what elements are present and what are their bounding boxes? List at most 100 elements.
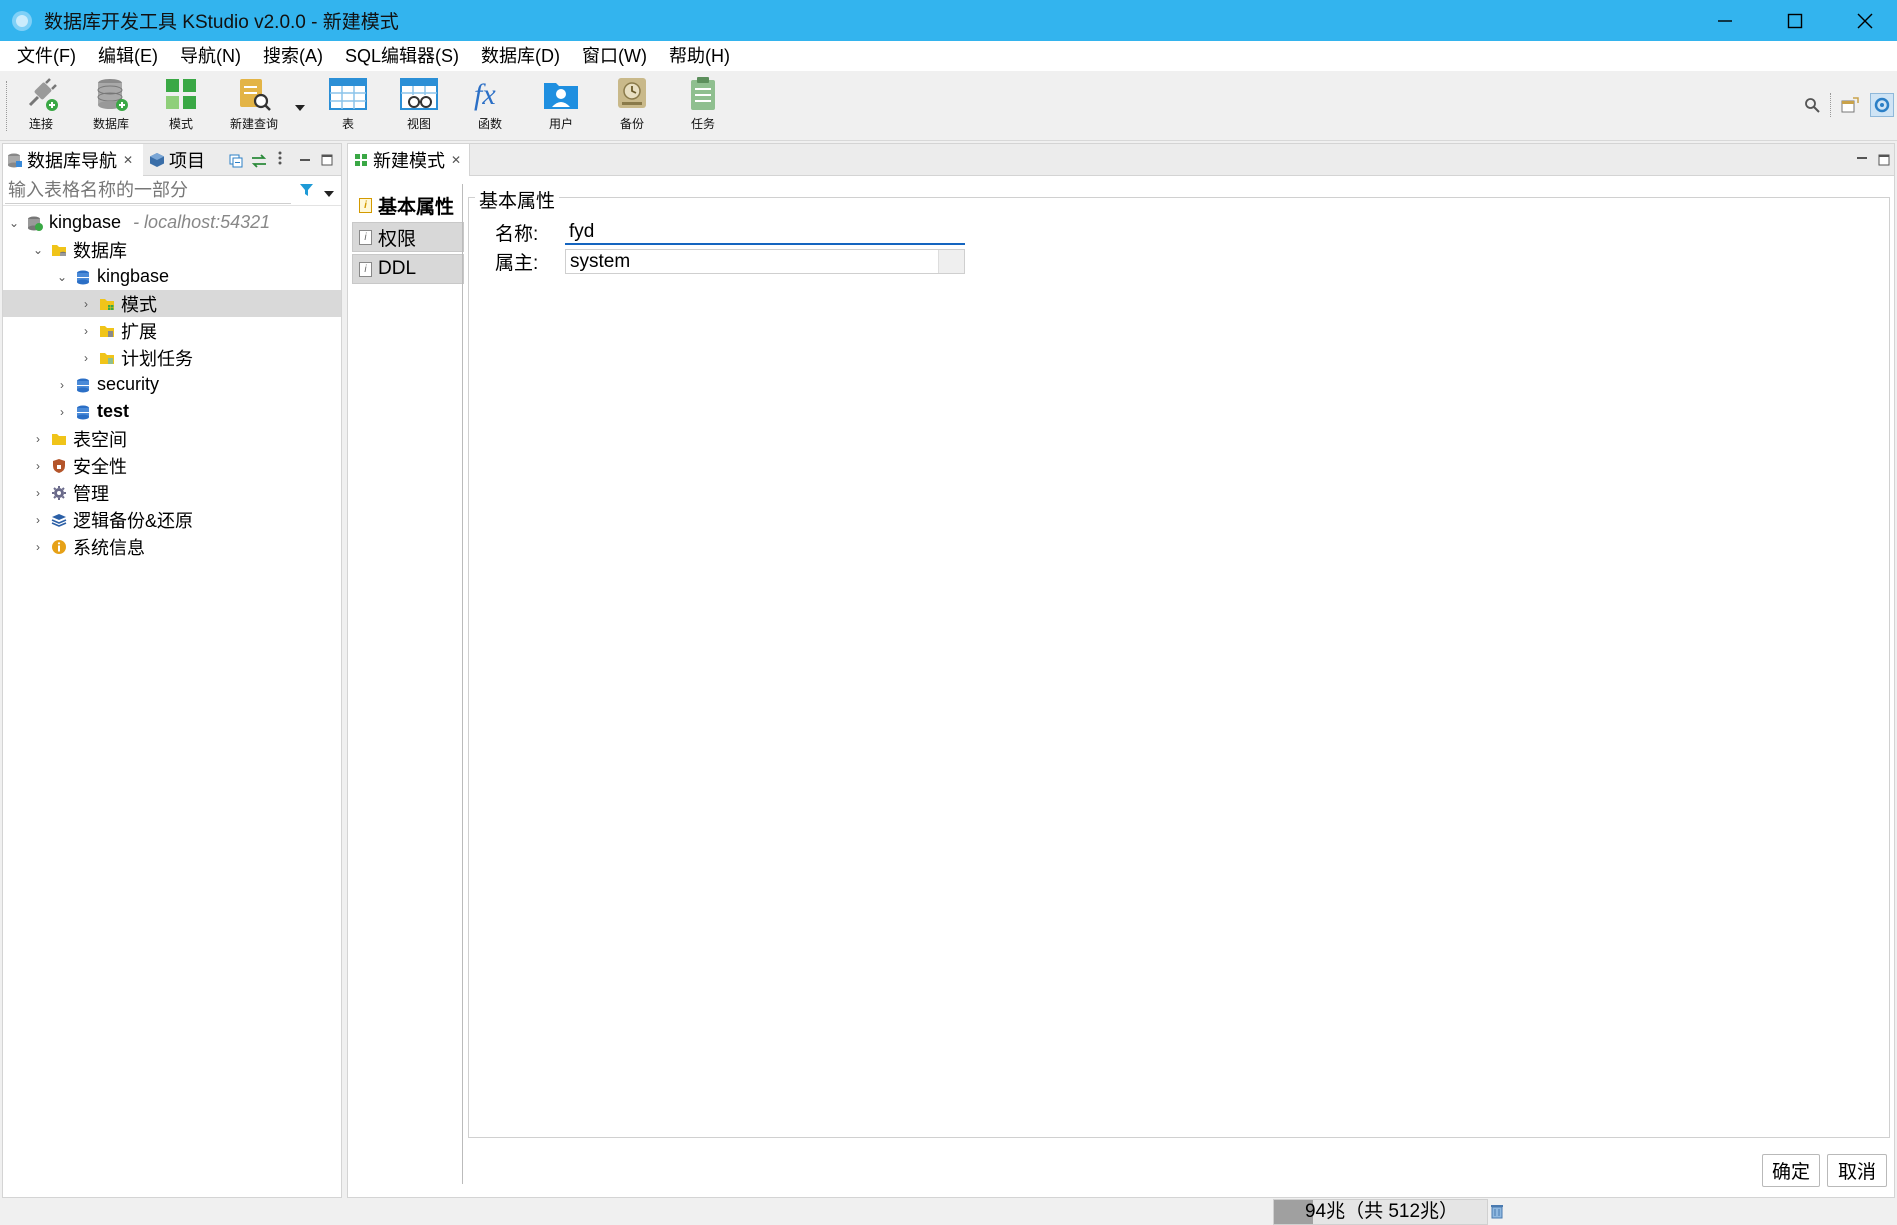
link-with-editor-button[interactable] — [251, 152, 267, 173]
tree-node-databases[interactable]: ⌄ 数据库 — [3, 236, 341, 263]
connection-name: kingbase — [49, 212, 122, 232]
tree-node-db-test[interactable]: › test — [3, 398, 341, 425]
tab-basic-properties[interactable]: i 基本属性 — [352, 190, 464, 220]
collapsed-chevron-icon[interactable]: › — [79, 351, 93, 365]
maximize-view-icon — [1878, 154, 1890, 166]
schema-name-field[interactable]: fyd — [565, 220, 965, 245]
node-label: 系统信息 — [73, 537, 145, 558]
new-query-dropdown[interactable] — [293, 99, 307, 113]
menu-navigate[interactable]: 导航(N) — [169, 41, 252, 71]
table-button[interactable]: 表 — [315, 75, 381, 137]
backup-icon — [618, 78, 646, 108]
minimize-view-button[interactable] — [299, 150, 311, 171]
maximize-button[interactable] — [1760, 0, 1830, 41]
kstudio-perspective-button[interactable] — [1870, 93, 1894, 117]
tab-project[interactable]: 项目 — [145, 144, 221, 176]
close-window-button[interactable] — [1830, 0, 1897, 41]
collapsed-chevron-icon[interactable]: › — [31, 540, 45, 554]
function-button[interactable]: fx 函数 — [457, 75, 523, 137]
collapsed-chevron-icon[interactable]: › — [31, 432, 45, 446]
node-label: 计划任务 — [121, 348, 193, 369]
tab-ddl-label: DDL — [378, 258, 417, 279]
menu-edit[interactable]: 编辑(E) — [87, 41, 169, 71]
gear-icon — [51, 485, 67, 501]
task-label: 任务 — [690, 117, 715, 131]
window-title: 数据库开发工具 KStudio v2.0.0 - 新建模式 — [44, 12, 399, 33]
minimize-editor-button[interactable] — [1856, 148, 1868, 169]
maximize-editor-button[interactable] — [1878, 150, 1890, 171]
name-row: 名称: fyd — [495, 219, 965, 245]
task-button[interactable]: 任务 — [670, 75, 736, 137]
view-menu-button[interactable] — [277, 150, 283, 171]
collapse-all-icon — [229, 154, 243, 168]
menu-database[interactable]: 数据库(D) — [470, 41, 571, 71]
expanded-chevron-icon[interactable]: ⌄ — [31, 243, 45, 257]
shield-lock-icon — [51, 458, 67, 474]
new-query-button[interactable]: 新建查询 — [221, 75, 287, 137]
tab-new-schema[interactable]: 新建模式 ✕ — [348, 144, 470, 176]
info-icon: i — [359, 229, 372, 245]
connect-button[interactable]: 连接 — [8, 75, 74, 137]
collapse-all-button[interactable] — [229, 152, 243, 173]
node-label: 模式 — [121, 294, 157, 315]
cancel-button[interactable]: 取消 — [1827, 1154, 1887, 1187]
table-icon — [329, 78, 367, 110]
view-button[interactable]: 视图 — [386, 75, 452, 137]
collapsed-chevron-icon[interactable]: › — [31, 513, 45, 527]
collapsed-chevron-icon[interactable]: › — [31, 459, 45, 473]
search-button[interactable] — [1804, 97, 1820, 118]
menu-sql-editor[interactable]: SQL编辑器(S) — [334, 41, 470, 71]
database-icon — [75, 377, 91, 393]
tree-node-management[interactable]: › 管理 — [3, 479, 341, 506]
schema-icon — [355, 154, 367, 166]
menu-bar: 文件(F) 编辑(E) 导航(N) 搜索(A) SQL编辑器(S) 数据库(D)… — [0, 41, 1897, 71]
menu-help[interactable]: 帮助(H) — [658, 41, 741, 71]
owner-combo[interactable]: system — [565, 248, 965, 274]
close-tab-icon[interactable]: ✕ — [123, 153, 133, 167]
menu-search[interactable]: 搜索(A) — [252, 41, 334, 71]
tree-node-scheduled-tasks[interactable]: › 计划任务 — [3, 344, 341, 371]
schema-button[interactable]: 模式 — [148, 75, 214, 137]
close-tab-icon[interactable]: ✕ — [451, 153, 461, 167]
ok-button[interactable]: 确定 — [1762, 1154, 1820, 1187]
menu-window[interactable]: 窗口(W) — [571, 41, 658, 71]
tree-node-logical-backup[interactable]: › 逻辑备份&还原 — [3, 506, 341, 533]
editor-area: 新建模式 ✕ i 基本属性 i 权限 i DDL 基本属性 名称: fyd 属主… — [347, 143, 1895, 1198]
tab-ddl[interactable]: i DDL — [352, 254, 464, 284]
collapsed-chevron-icon[interactable]: › — [55, 405, 69, 419]
tab-permissions[interactable]: i 权限 — [352, 222, 464, 252]
tree-node-connection[interactable]: ⌄ kingbase - localhost:54321 — [3, 209, 341, 236]
minimize-button[interactable] — [1690, 0, 1760, 41]
open-perspective-button[interactable] — [1841, 97, 1859, 118]
owner-dropdown-button[interactable] — [938, 249, 964, 273]
user-button[interactable]: 用户 — [528, 75, 594, 137]
tab-database-navigator[interactable]: 数据库导航 ✕ — [3, 144, 143, 176]
filter-button[interactable] — [299, 182, 317, 203]
garbage-collect-button[interactable] — [1490, 1203, 1504, 1224]
table-filter-input[interactable] — [5, 178, 291, 204]
tree-node-extensions[interactable]: › 扩展 — [3, 317, 341, 344]
tree-node-db-kingbase[interactable]: ⌄ kingbase — [3, 263, 341, 290]
tree-node-db-security[interactable]: › security — [3, 371, 341, 398]
main-toolbar: 连接 数据库 模式 新建查询 表 视图 fx 函数 用户 备份 任务 — [0, 71, 1897, 141]
tree-node-tablespaces[interactable]: › 表空间 — [3, 425, 341, 452]
collapsed-chevron-icon[interactable]: › — [79, 324, 93, 338]
maximize-view-button[interactable] — [321, 150, 333, 171]
minimize-view-icon — [1857, 157, 1867, 159]
tree-node-schemas[interactable]: › 模式 — [3, 290, 341, 317]
collapsed-chevron-icon[interactable]: › — [79, 297, 93, 311]
expanded-chevron-icon[interactable]: ⌄ — [7, 216, 21, 230]
backup-button[interactable]: 备份 — [599, 75, 665, 137]
menu-file[interactable]: 文件(F) — [6, 41, 87, 71]
collapsed-chevron-icon[interactable]: › — [31, 486, 45, 500]
database-button[interactable]: 数据库 — [78, 75, 144, 137]
view-icon — [400, 78, 438, 110]
dropdown-arrow-icon — [295, 105, 305, 111]
tree-node-system-info[interactable]: › 系统信息 — [3, 533, 341, 560]
tab-divider — [462, 184, 463, 1184]
expanded-chevron-icon[interactable]: ⌄ — [55, 270, 69, 284]
collapsed-chevron-icon[interactable]: › — [55, 378, 69, 392]
filter-dropdown[interactable] — [323, 184, 335, 205]
folder-icon — [51, 431, 67, 447]
tree-node-safety[interactable]: › 安全性 — [3, 452, 341, 479]
